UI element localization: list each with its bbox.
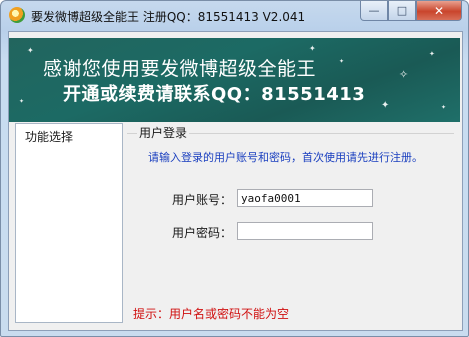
sparkle-icon: ✦: [27, 46, 34, 55]
title-bar[interactable]: 要发微博超级全能王 注册QQ：81551413 V2.041 — □ ✕: [1, 1, 468, 31]
sparkle-icon: ✦: [441, 104, 447, 111]
password-label: 用户密码：: [172, 226, 233, 240]
login-hint: 请输入登录的用户账号和密码，首次使用请先进行注册。: [148, 151, 423, 164]
function-select-title: 功能选择: [25, 130, 74, 144]
maximize-button[interactable]: □: [388, 1, 416, 21]
error-message: 提示：用户名或密码不能为空: [133, 307, 290, 321]
login-group-title: 用户登录: [137, 124, 190, 141]
password-input[interactable]: [237, 222, 373, 240]
banner-contact: 开通或续费请联系QQ：81551413: [63, 84, 366, 105]
account-label: 用户账号：: [172, 193, 233, 207]
sparkle-icon: ✦: [381, 100, 390, 111]
sparkle-icon: ✦: [429, 50, 435, 58]
close-button[interactable]: ✕: [416, 1, 462, 21]
banner-headline: 感谢您使用要发微博超级全能王: [43, 58, 317, 80]
account-input[interactable]: [237, 189, 373, 207]
close-icon: ✕: [433, 3, 445, 18]
promo-banner: ✦ ✦ ✦ ✧ ✦ ✦ ✦ ✦ 感谢您使用要发微博超级全能王 开通或续费请联系Q…: [9, 38, 460, 122]
sparkle-icon: ✦: [19, 98, 25, 105]
sparkle-icon: ✧: [399, 68, 409, 81]
minimize-icon: —: [368, 4, 380, 17]
window-controls: — □ ✕: [360, 1, 462, 21]
sparkle-icon: ✦: [309, 44, 316, 53]
minimize-button[interactable]: —: [360, 1, 388, 21]
function-select-panel[interactable]: 功能选择: [15, 123, 123, 323]
app-logo-icon: [9, 7, 25, 23]
window-title: 要发微博超级全能王 注册QQ：81551413 V2.041: [31, 10, 306, 24]
sparkle-icon: ✦: [339, 58, 345, 65]
maximize-icon: □: [396, 4, 408, 17]
